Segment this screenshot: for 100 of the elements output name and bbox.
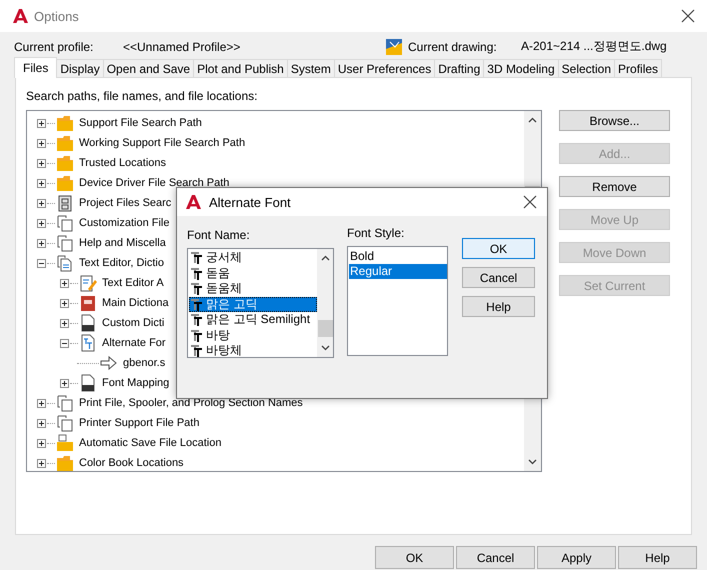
tab[interactable]: System [286,59,335,77]
style-item[interactable]: Bold [349,248,447,264]
font-file-icon [79,334,97,352]
profile-name: <<Unnamed Profile>> [123,40,240,54]
scroll-up-icon [320,255,330,261]
font-icon [190,298,203,311]
list-label: Font Style: [347,226,406,242]
tab[interactable]: Files [14,57,58,78]
expand-icon[interactable] [37,118,46,128]
tree-item[interactable]: Printer Support File Path [79,417,200,429]
file-icon [79,374,97,392]
tree-item[interactable]: Font Mapping [102,377,170,389]
collapse-icon[interactable] [37,258,46,268]
tab[interactable]: Display [56,59,104,77]
dialog-button[interactable]: OK [462,238,535,259]
font-item[interactable]: 바탕체 [189,343,317,357]
folder-icon [56,114,74,132]
font-item[interactable]: 궁서체 [189,250,317,266]
tab[interactable]: Drafting [434,59,484,77]
expand-icon[interactable] [37,158,46,168]
file-icon [79,314,97,332]
drawing-name: A-201~214 ...정평면도.dwg [521,38,668,55]
tree-label: Search paths, file names, and file locations: [26,89,258,103]
expand-icon[interactable] [37,178,46,188]
side-button[interactable]: Browse... [559,110,670,131]
book-icon [79,294,97,312]
tree-item[interactable]: Working Support File Search Path [79,137,246,149]
tree-item[interactable]: Text Editor, Dictio [79,257,164,269]
font-icon [190,266,203,280]
tree-item[interactable]: Custom Dicti [102,317,164,329]
drawing-icon [385,38,403,56]
copy-icon [56,394,74,412]
scroll-down-icon [320,345,330,351]
tab[interactable]: Open and Save [102,59,194,77]
expand-icon[interactable] [60,278,69,288]
dialog-button[interactable]: Help [462,296,535,317]
tree-item[interactable]: Alternate For [102,337,166,349]
tree-item[interactable]: Main Dictiona [102,297,169,309]
tree-item[interactable]: Help and Miscella [79,237,166,249]
expand-icon[interactable] [60,298,69,308]
document-icon [56,254,74,272]
scroll-thumb[interactable] [318,320,332,336]
dialog-button[interactable]: Help [618,546,697,569]
close-button[interactable] [679,7,697,25]
tree-item[interactable]: gbenor.s [123,357,166,369]
copy-icon [56,414,74,432]
expand-icon[interactable] [60,378,69,388]
font-item[interactable]: 바탕 [189,328,317,343]
dialog-button[interactable]: OK [375,546,454,569]
font-icon [190,251,203,264]
profile-label: Current profile: [14,40,94,54]
font-item[interactable]: 맑은 고딕 Semilight [189,312,317,328]
scrollbar[interactable] [317,249,333,357]
app-logo-icon [185,194,202,210]
font-item[interactable]: 돋움 [189,266,317,281]
expand-icon[interactable] [37,418,46,428]
tree-item[interactable]: Project Files Searc [79,197,172,209]
font-icon [190,328,203,342]
collapse-icon[interactable] [60,338,69,348]
dialog-button[interactable]: Cancel [456,546,535,569]
expand-icon[interactable] [37,198,46,208]
dialog-title: Alternate Font [209,194,292,210]
tree-item[interactable]: Customization File [79,217,170,229]
app-logo-icon [12,8,29,24]
font-icon [190,313,203,326]
edit-icon [79,274,97,292]
copy-icon [56,214,74,232]
expand-icon[interactable] [60,318,69,328]
tree-item[interactable]: Text Editor A [102,277,164,289]
scroll-up-icon [528,117,537,123]
folder-icon [56,434,74,452]
folder-icon [56,154,74,172]
tab[interactable]: 3D Modeling [483,59,559,77]
tree-item[interactable]: Trusted Locations [79,157,166,169]
dialog-button[interactable]: Cancel [462,267,535,288]
folder-icon [56,134,74,152]
dialog-button[interactable]: Apply [537,546,616,569]
tree-item[interactable]: Color Book Locations [79,457,184,469]
close-button[interactable] [521,193,539,211]
drawing-label: Current drawing: [408,40,498,54]
expand-icon[interactable] [37,138,46,148]
expand-icon[interactable] [37,398,46,408]
font-item[interactable]: 돋움체 [189,281,317,296]
font-item[interactable]: 맑은 고딕 [189,296,317,312]
window-title: Options [34,8,80,24]
cabinet-icon [56,194,74,212]
tree-item[interactable]: Print File, Spooler, and Prolog Section Names [79,397,303,409]
expand-icon[interactable] [37,218,46,228]
tree-item[interactable]: Device Driver File Search Path [79,177,230,189]
tree-item[interactable]: Support File Search Path [79,117,202,129]
style-item[interactable]: Regular [349,264,447,279]
expand-icon[interactable] [37,438,46,448]
font-icon [190,282,203,296]
tree-item[interactable]: Automatic Save File Location [79,437,222,449]
side-button[interactable]: Remove [559,176,670,197]
expand-icon[interactable] [37,458,46,468]
arrow-icon [100,354,118,372]
list-label: Font Name: [187,228,251,244]
expand-icon[interactable] [37,238,46,248]
tab[interactable]: Profiles [614,59,662,77]
